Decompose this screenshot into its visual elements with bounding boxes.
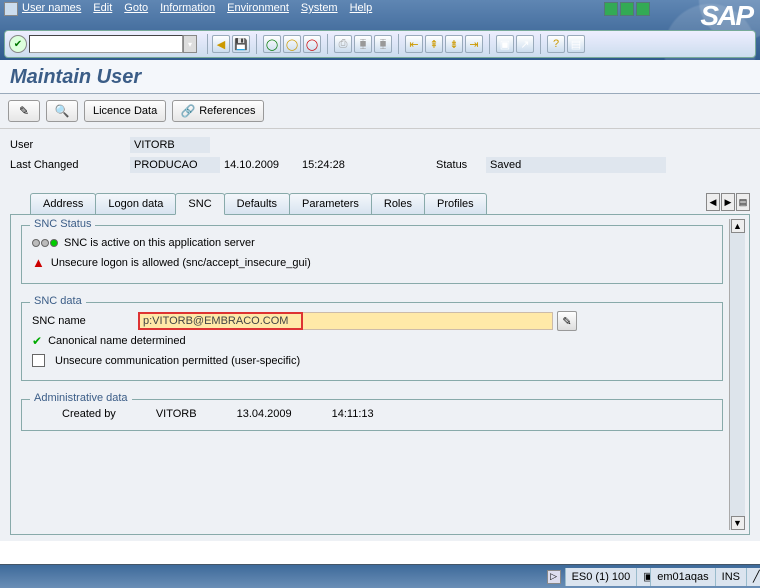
menu-user-names[interactable]: User names <box>22 2 81 14</box>
shortcut-icon[interactable]: ↗ <box>516 35 534 53</box>
save-icon[interactable]: 💾 <box>232 35 250 53</box>
menu-goto[interactable]: Goto <box>124 2 148 14</box>
tab-snc[interactable]: SNC <box>175 193 224 215</box>
help-icon[interactable]: ? <box>547 35 565 53</box>
created-time: 14:11:13 <box>332 408 374 420</box>
layout-icon[interactable]: ▤ <box>567 35 585 53</box>
created-by-value: VITORB <box>156 408 197 420</box>
pencil-edit-icon: ✎ <box>562 315 571 328</box>
tab-address[interactable]: Address <box>30 193 96 214</box>
status-value: Saved <box>486 157 666 173</box>
back-icon[interactable]: ◀ <box>212 35 230 53</box>
snc-status-panel: SNC Status SNC is active on this applica… <box>21 225 723 284</box>
statusbar-server-icon[interactable]: ▣ <box>636 568 650 586</box>
snc-name-input[interactable]: p:VITORB@EMBRACO.COM <box>138 312 303 330</box>
snc-name-label: SNC name <box>32 315 138 327</box>
tab-scroll-left-icon[interactable]: ◀ <box>706 193 720 211</box>
next-page-icon[interactable]: ⇟ <box>445 35 463 53</box>
user-label: User <box>10 139 130 151</box>
last-changed-label: Last Changed <box>10 159 130 171</box>
command-field[interactable] <box>29 35 183 53</box>
content-scrollbar[interactable]: ▲ ▼ <box>729 219 745 530</box>
statusbar-system[interactable]: ES0 (1) 100 <box>565 568 637 586</box>
statusbar-server: em01aqas <box>650 568 714 586</box>
statusbar: ▷ ES0 (1) 100 ▣ em01aqas INS ╱ <box>0 564 760 588</box>
scroll-up-icon[interactable]: ▲ <box>731 219 745 233</box>
tab-list-icon[interactable]: ▤ <box>736 193 750 211</box>
traffic-light-icon <box>32 239 58 247</box>
sap-logo: SAP <box>700 0 752 32</box>
statusbar-menu-icon[interactable]: ╱ <box>746 568 760 586</box>
unsecure-comm-checkbox[interactable] <box>32 354 45 367</box>
checkmark-icon: ✔ <box>32 334 42 348</box>
link-icon: 🔗 <box>181 104 195 118</box>
licence-label: Licence Data <box>93 105 157 117</box>
admin-data-legend: Administrative data <box>30 392 132 404</box>
last-changed-date: 14.10.2009 <box>220 157 298 173</box>
search-icon: 🔍 <box>55 104 69 118</box>
display-change-button[interactable]: ✎ <box>8 100 40 122</box>
menu-edit[interactable]: Edit <box>93 2 112 14</box>
tabstrip: Address Logon data SNC Defaults Paramete… <box>10 191 750 215</box>
first-page-icon[interactable]: ⇤ <box>405 35 423 53</box>
menu-help[interactable]: Help <box>350 2 373 14</box>
snc-active-text: SNC is active on this application server <box>64 237 255 249</box>
tab-profiles[interactable]: Profiles <box>424 193 487 214</box>
created-by-label: Created by <box>62 408 116 420</box>
unsecure-comm-label: Unsecure communication permitted (user-s… <box>55 355 300 367</box>
menu-information[interactable]: Information <box>160 2 215 14</box>
back2-icon[interactable]: ◯ <box>263 35 281 53</box>
tab-defaults[interactable]: Defaults <box>224 193 290 214</box>
admin-data-panel: Administrative data Created by VITORB 13… <box>21 399 723 431</box>
references-label: References <box>199 105 255 117</box>
find-icon: ⧯ <box>354 35 372 53</box>
tab-logon-data[interactable]: Logon data <box>95 193 176 214</box>
tab-content: SNC Status SNC is active on this applica… <box>15 219 729 530</box>
user-value: VITORB <box>130 137 210 153</box>
new-session-icon[interactable]: ▣ <box>496 35 514 53</box>
standard-toolbar: ▾ ◀ 💾 ◯ ◯ ◯ ⎙ ⧯ ⧯ ⇤ ⇞ ⇟ ⇥ ▣ ↗ ? ▤ <box>4 30 756 58</box>
snc-unsecure-text: Unsecure logon is allowed (snc/accept_in… <box>51 257 311 269</box>
status-label: Status <box>436 159 486 171</box>
canonical-name-text: Canonical name determined <box>48 335 186 347</box>
snc-name-input-ext[interactable] <box>303 312 553 330</box>
pencil-icon: ✎ <box>17 104 31 118</box>
tab-roles[interactable]: Roles <box>371 193 425 214</box>
statusbar-mode: INS <box>715 568 746 586</box>
print-icon: ⎙ <box>334 35 352 53</box>
command-dropdown-icon[interactable]: ▾ <box>183 35 197 53</box>
enter-button[interactable] <box>9 35 27 53</box>
references-button[interactable]: 🔗 References <box>172 100 264 122</box>
tab-parameters[interactable]: Parameters <box>289 193 372 214</box>
session-icon[interactable] <box>4 2 18 16</box>
statusbar-toggle-icon[interactable]: ▷ <box>547 570 561 584</box>
page-title: Maintain User <box>10 66 750 89</box>
tab-scroll-right-icon[interactable]: ▶ <box>721 193 735 211</box>
warning-triangle-icon: ▲ <box>32 255 45 270</box>
scroll-down-icon[interactable]: ▼ <box>731 516 745 530</box>
snc-data-legend: SNC data <box>30 295 86 307</box>
snc-data-panel: SNC data SNC name p:VITORB@EMBRACO.COM ✎… <box>21 302 723 381</box>
cancel-icon[interactable]: ◯ <box>303 35 321 53</box>
search-button[interactable]: 🔍 <box>46 100 78 122</box>
prev-page-icon[interactable]: ⇞ <box>425 35 443 53</box>
exit-icon[interactable]: ◯ <box>283 35 301 53</box>
edit-snc-name-button[interactable]: ✎ <box>557 311 577 331</box>
licence-data-button[interactable]: Licence Data <box>84 100 166 122</box>
menu-environment[interactable]: Environment <box>227 2 289 14</box>
last-changed-by: PRODUCAO <box>130 157 220 173</box>
snc-status-legend: SNC Status <box>30 219 95 230</box>
last-page-icon[interactable]: ⇥ <box>465 35 483 53</box>
last-changed-time: 15:24:28 <box>298 157 366 173</box>
menu-system[interactable]: System <box>301 2 338 14</box>
menu-bar: User names Edit Goto Information Environ… <box>22 2 372 14</box>
find-next-icon: ⧯ <box>374 35 392 53</box>
created-date: 13.04.2009 <box>237 408 292 420</box>
